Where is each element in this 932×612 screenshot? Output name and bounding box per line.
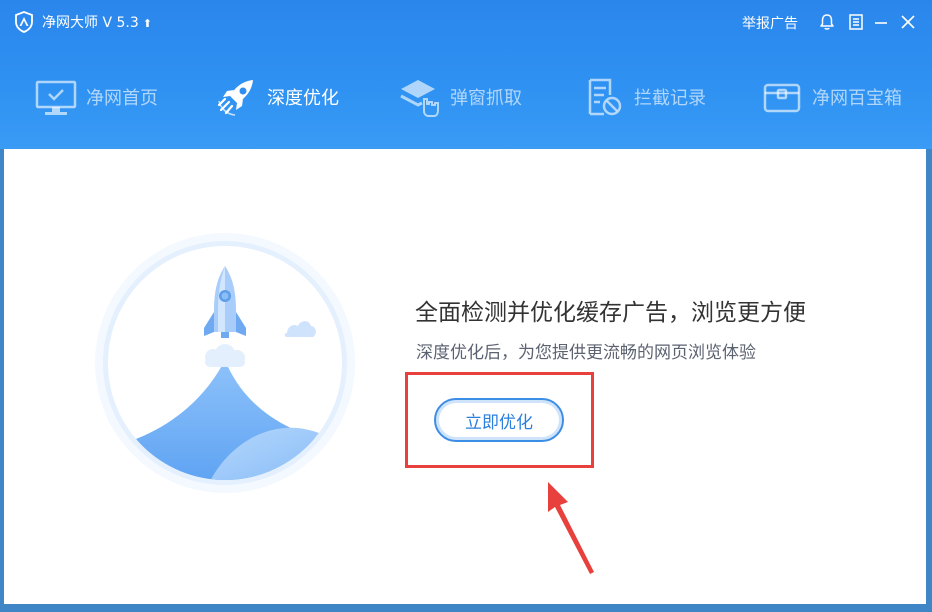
- app-title-text: 净网大师 V 5.3: [42, 15, 139, 31]
- toolbox-icon: [763, 83, 801, 113]
- nav-item-label: 净网首页: [86, 88, 158, 109]
- bell-icon[interactable]: [816, 11, 838, 33]
- nav-item-block-log[interactable]: 拦截记录: [582, 62, 706, 132]
- rocket-illustration: [95, 233, 355, 493]
- nav-item-home[interactable]: 净网首页: [34, 62, 158, 132]
- monitor-check-icon: [35, 80, 77, 115]
- window-frame-bottom: [0, 604, 932, 612]
- header: 净网大师 V 5.3 ⬆ 举报广告 净网首页 深度优化 弹窗抓取 拦截记录 净网…: [0, 0, 932, 149]
- nav-item-label: 深度优化: [267, 88, 339, 109]
- nav-item-popup-capture[interactable]: 弹窗抓取: [398, 62, 522, 132]
- close-icon[interactable]: [897, 11, 919, 33]
- update-arrow-icon[interactable]: ⬆: [143, 17, 152, 30]
- subline: 深度优化后，为您提供更流畅的网页浏览体验: [416, 343, 756, 363]
- nav-item-label: 拦截记录: [634, 88, 706, 109]
- layers-hand-icon: [400, 80, 439, 117]
- rocket-icon: [217, 80, 253, 116]
- shield-logo-icon: [15, 11, 33, 33]
- app-title: 净网大师 V 5.3 ⬆: [42, 12, 152, 32]
- title-bar: 净网大师 V 5.3 ⬆ 举报广告: [0, 0, 932, 44]
- window-frame-left: [0, 149, 4, 612]
- document-block-icon: [588, 78, 622, 116]
- pointer-arrow-icon: [548, 482, 594, 574]
- headline: 全面检测并优化缓存广告，浏览更方便: [415, 300, 806, 326]
- main-nav: 净网首页 深度优化 弹窗抓取 拦截记录 净网百宝箱: [0, 62, 932, 132]
- nav-item-deep-optimize[interactable]: 深度优化: [215, 62, 339, 132]
- minimize-icon[interactable]: [870, 11, 892, 33]
- app-window: 净网大师 V 5.3 ⬆ 举报广告 净网首页 深度优化 弹窗抓取 拦截记录 净网…: [0, 0, 932, 612]
- nav-item-label: 净网百宝箱: [812, 88, 902, 109]
- nav-item-toolbox[interactable]: 净网百宝箱: [760, 62, 902, 132]
- nav-item-label: 弹窗抓取: [450, 88, 522, 109]
- menu-icon[interactable]: [845, 11, 867, 33]
- window-frame-right: [926, 149, 932, 612]
- report-ad-link[interactable]: 举报广告: [742, 13, 798, 33]
- highlight-box: [405, 372, 594, 468]
